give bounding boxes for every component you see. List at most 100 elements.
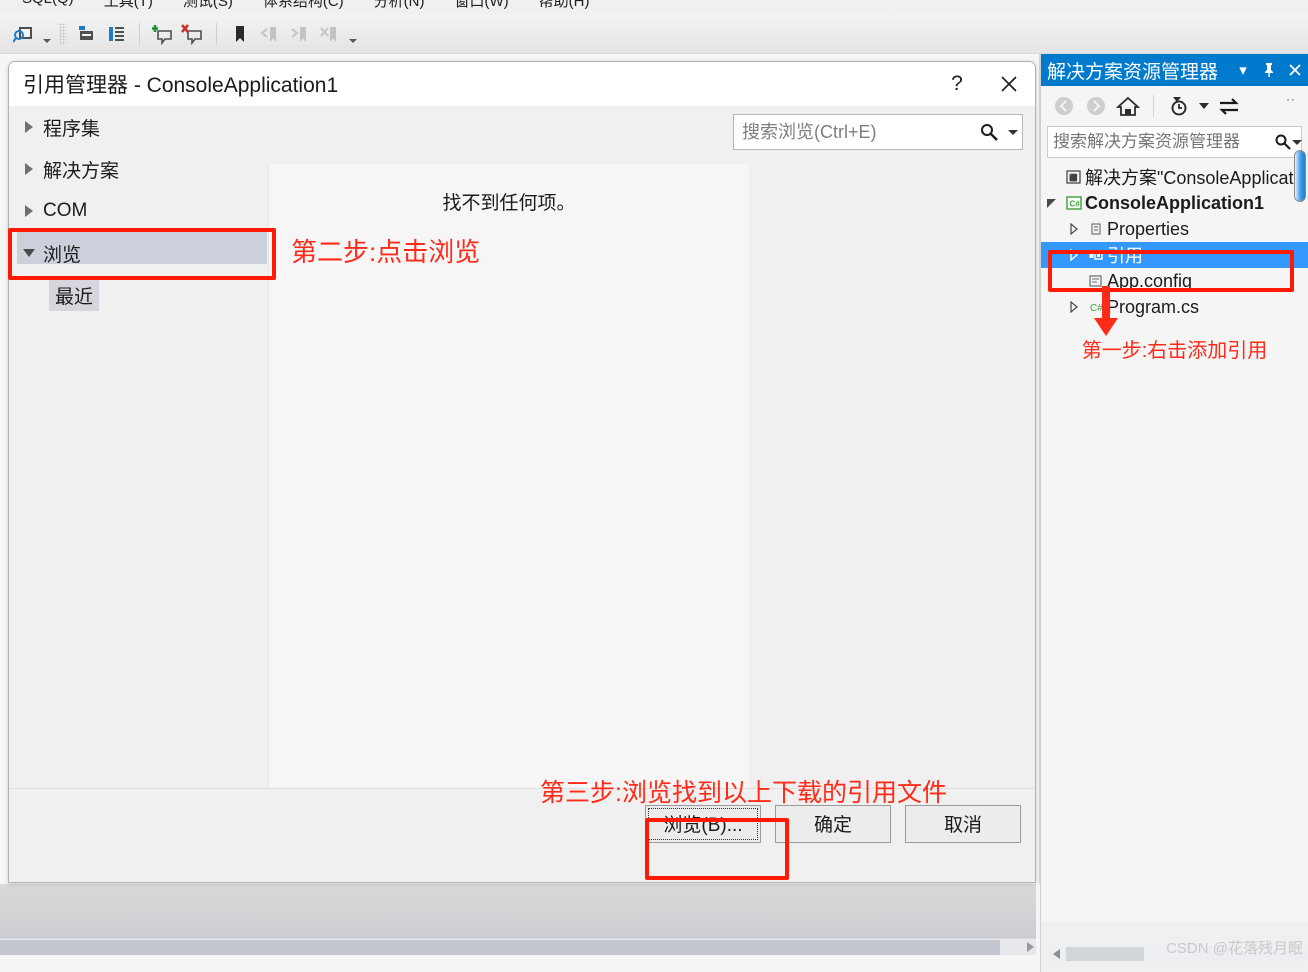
add-comment-icon[interactable] — [149, 20, 177, 48]
category-item-recent[interactable]: 最近 — [9, 274, 268, 316]
menu-item-0[interactable]: SQL(Q) — [22, 0, 74, 11]
solution-explorer-header: 解决方案资源管理器 ▾ — [1041, 54, 1308, 86]
find-dropdown-icon[interactable] — [40, 20, 53, 48]
csharp-project-icon: C# — [1063, 195, 1085, 211]
menu-item-2[interactable]: 测试(S) — [183, 0, 233, 11]
search-icon[interactable] — [1274, 133, 1292, 151]
horizontal-scrollbar[interactable] — [0, 938, 1036, 955]
toggle-bookmark-icon[interactable] — [226, 20, 254, 48]
properties-icon — [1085, 221, 1107, 237]
chevron-right-icon[interactable] — [1063, 223, 1085, 235]
dialog-help-button[interactable]: ? — [931, 62, 983, 106]
panel-close-icon[interactable] — [1282, 55, 1308, 85]
tree-row-label: 解决方案"ConsoleApplicat — [1085, 168, 1294, 188]
menu-item-4[interactable]: 分析(N) — [374, 0, 425, 11]
forward-icon[interactable] — [1081, 91, 1111, 121]
pending-changes-icon[interactable] — [1164, 91, 1194, 121]
main-toolbar — [0, 14, 1308, 54]
chevron-right-icon[interactable] — [1063, 301, 1085, 313]
chevron-down-icon[interactable] — [17, 249, 41, 257]
ok-button[interactable]: 确定 — [775, 804, 891, 843]
tree-row-references[interactable]: 引用 — [1041, 242, 1308, 268]
solution-tree-scrollbar-thumb[interactable] — [1294, 150, 1306, 202]
category-label: 解决方案 — [43, 160, 120, 182]
menu-item-1[interactable]: 工具(T) — [104, 0, 153, 11]
category-item-com[interactable]: COM — [9, 190, 268, 232]
solution-tree-vertical-scrollbar[interactable] — [1292, 150, 1308, 400]
solution-explorer-search-box[interactable] — [1047, 126, 1302, 158]
chevron-right-icon[interactable] — [17, 121, 41, 133]
category-item-solution[interactable]: 解决方案 — [9, 148, 268, 190]
search-input[interactable] — [734, 121, 974, 143]
dialog-title-bar: 引用管理器 - ConsoleApplication1 ? — [9, 62, 1035, 106]
solution-tree: ⬛ 解决方案"ConsoleApplicat C# ConsoleApplica… — [1041, 158, 1308, 363]
chevron-right-icon[interactable] — [17, 205, 41, 217]
clear-bookmarks-icon[interactable] — [316, 20, 344, 48]
arrow-down-icon — [1092, 286, 1120, 343]
menu-bar: SQL(Q) 工具(T) 测试(S) 体系结构(C) 分析(N) 窗口(W) 帮助(H) — [0, 0, 1308, 14]
tree-row-program-cs[interactable]: C# Program.cs — [1041, 294, 1308, 320]
next-bookmark-icon[interactable] — [286, 20, 314, 48]
home-icon[interactable] — [1113, 91, 1143, 121]
menu-item-6[interactable]: 帮助(H) — [539, 0, 590, 11]
panel-float-grip[interactable]: ·· — [1286, 92, 1296, 106]
solution-icon: ⬛ — [1063, 169, 1085, 185]
tree-row-project[interactable]: C# ConsoleApplication1 — [1041, 190, 1308, 216]
chevron-right-icon[interactable] — [17, 163, 41, 175]
comment-selection-icon[interactable] — [72, 20, 100, 48]
search-dropdown-icon[interactable] — [1292, 139, 1302, 145]
toolbar-separator-2 — [216, 22, 217, 45]
category-label: 最近 — [49, 279, 100, 311]
reference-manager-dialog: 引用管理器 - ConsoleApplication1 ? 程序集 解决方案 C… — [8, 61, 1036, 883]
back-icon[interactable] — [1049, 91, 1079, 121]
chevron-right-icon[interactable] — [1063, 249, 1085, 261]
references-icon — [1085, 247, 1107, 263]
dialog-close-button[interactable] — [983, 62, 1035, 106]
toolbar-separator — [1153, 95, 1154, 117]
dialog-system-buttons: ? — [931, 62, 1035, 106]
panel-pin-icon[interactable] — [1256, 55, 1282, 85]
tree-row-label: 引用 — [1107, 246, 1143, 266]
category-label: 程序集 — [43, 118, 101, 140]
solution-search-input[interactable] — [1048, 132, 1274, 152]
tree-row-properties[interactable]: Properties — [1041, 216, 1308, 242]
annotation-step3: 第三步:浏览找到以上下载的引用文件 — [540, 779, 947, 807]
tree-row-appconfig[interactable]: App.config — [1041, 268, 1308, 294]
panel-dropdown-icon[interactable]: ▾ — [1230, 55, 1256, 85]
category-tree: 程序集 解决方案 COM 浏览 最近 — [9, 106, 268, 858]
tree-row-label: Properties — [1107, 218, 1190, 239]
uncomment-selection-icon[interactable] — [102, 20, 130, 48]
empty-list-message: 找不到任何项。 — [442, 193, 576, 214]
search-dropdown-icon[interactable] — [1004, 129, 1022, 135]
menu-item-3[interactable]: 体系结构(C) — [263, 0, 344, 11]
svg-text:C#: C# — [1070, 200, 1081, 209]
solution-explorer-title: 解决方案资源管理器 — [1047, 61, 1219, 83]
reference-detail-pane — [749, 164, 1035, 826]
category-label: 浏览 — [43, 244, 82, 266]
dialog-search-box[interactable] — [733, 114, 1023, 150]
tree-row-solution[interactable]: ⬛ 解决方案"ConsoleApplicat — [1041, 164, 1308, 190]
toolbar-separator-1 — [139, 22, 140, 45]
toolbar-grip[interactable] — [59, 22, 66, 45]
annotation-step2: 第二步:点击浏览 — [291, 237, 481, 267]
browse-button[interactable]: 浏览(B)... — [645, 804, 761, 843]
horizontal-scrollbar-thumb[interactable] — [0, 940, 1000, 955]
bookmark-overflow-dropdown-icon[interactable] — [346, 20, 359, 48]
annotation-step1: 第一步:右击添加引用 — [1081, 340, 1268, 362]
previous-bookmark-icon[interactable] — [256, 20, 284, 48]
scroll-right-icon[interactable] — [1027, 942, 1034, 952]
search-icon[interactable] — [974, 122, 1004, 142]
sync-with-active-document-icon[interactable] — [1214, 91, 1244, 121]
delete-comment-icon[interactable] — [179, 20, 207, 48]
cancel-button[interactable]: 取消 — [905, 804, 1021, 843]
screen-root: SQL(Q) 工具(T) 测试(S) 体系结构(C) 分析(N) 窗口(W) 帮助(H) — [0, 0, 1308, 972]
solution-hscroll-thumb[interactable] — [1066, 947, 1144, 961]
chevron-down-icon[interactable] — [1041, 197, 1063, 209]
dialog-body: 程序集 解决方案 COM 浏览 最近 搜索浏览(Ctrl+E) 找不到任何项。 … — [9, 106, 1035, 858]
find-in-files-icon[interactable] — [10, 20, 38, 48]
category-item-assemblies[interactable]: 程序集 — [9, 106, 268, 148]
pending-changes-dropdown-icon[interactable] — [1196, 91, 1212, 121]
menu-item-5[interactable]: 窗口(W) — [455, 0, 509, 11]
scroll-left-icon[interactable] — [1053, 949, 1060, 959]
category-item-browse[interactable]: 浏览 — [9, 232, 268, 274]
